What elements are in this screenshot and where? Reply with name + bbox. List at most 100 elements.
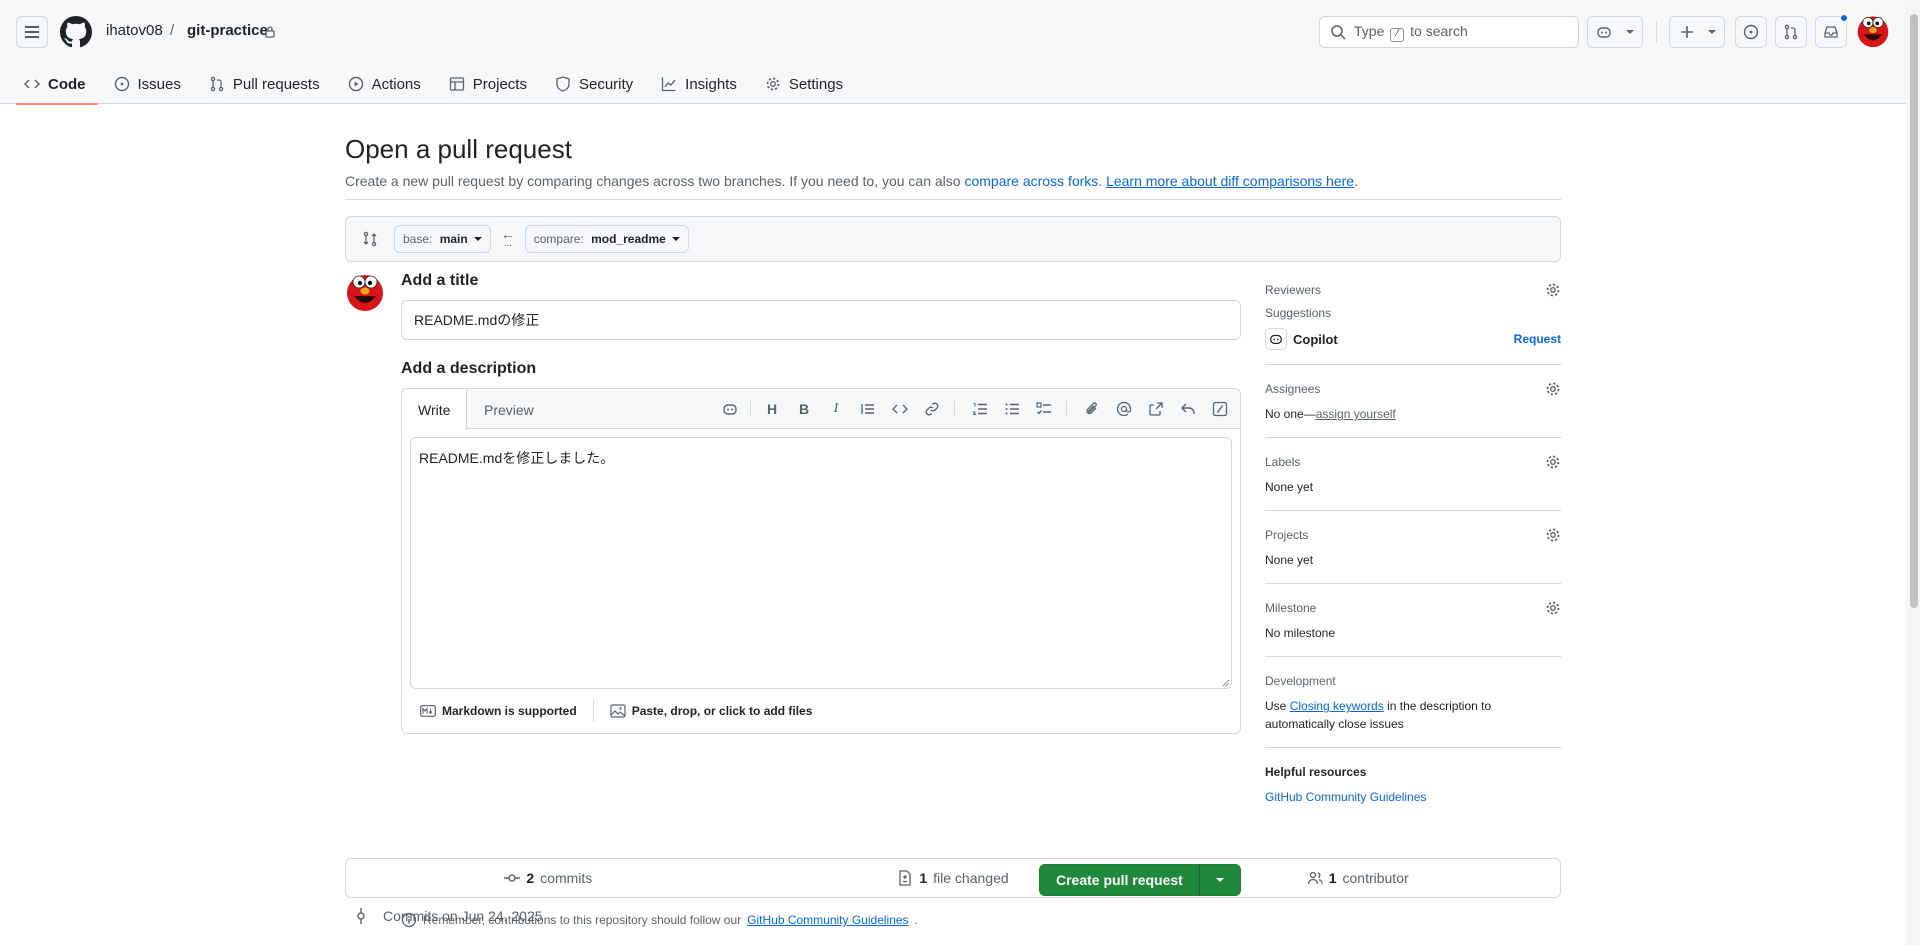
breadcrumb-owner[interactable]: ihatov08 (106, 22, 163, 39)
tab-write[interactable]: Write (402, 389, 468, 430)
footer-divider (592, 700, 594, 722)
author-avatar (345, 272, 385, 312)
elmo-avatar-icon (347, 275, 383, 311)
contributors-stat[interactable]: 1 contributor (1155, 870, 1560, 886)
unordered-list-button[interactable] (1002, 399, 1022, 419)
suggested-reviewer: Copilot Request (1265, 328, 1561, 350)
issue-icon (114, 76, 129, 92)
files-changed-stat[interactable]: 1 file changed (751, 870, 1156, 886)
create-new-button[interactable] (1669, 16, 1725, 48)
tab-pull-requests[interactable]: Pull requests (201, 64, 332, 104)
assign-yourself-link[interactable]: assign yourself (1316, 407, 1396, 421)
gear-icon[interactable] (1545, 454, 1561, 470)
sidebar: Reviewers Suggestions Copilot Request As… (1265, 280, 1561, 806)
file-diff-icon (899, 870, 911, 886)
milestone-title: Milestone (1265, 601, 1317, 615)
description-label: Add a description (401, 360, 537, 377)
compare-forks-link[interactable]: compare across forks (964, 173, 1098, 189)
attach-file-button[interactable] (1082, 399, 1102, 419)
gear-icon[interactable] (1545, 600, 1561, 616)
reference-button[interactable] (1146, 399, 1166, 419)
mention-button[interactable] (1114, 399, 1134, 419)
mention-icon (1116, 401, 1132, 417)
title-input[interactable]: README.mdの修正 (401, 300, 1241, 340)
gear-icon[interactable] (1545, 381, 1561, 397)
saved-replies-button[interactable] (1178, 399, 1198, 419)
tab-projects[interactable]: Projects (441, 64, 539, 104)
copilot-icon (723, 404, 737, 415)
quote-icon (861, 404, 874, 414)
task-list-icon (1036, 402, 1051, 415)
development-section: Development Use Closing keywords in the … (1265, 671, 1561, 748)
gear-icon[interactable] (1545, 527, 1561, 543)
tab-label: Issues (137, 75, 181, 93)
quote-button[interactable] (858, 399, 878, 419)
code-icon (24, 79, 40, 89)
labels-section: Labels None yet (1265, 452, 1561, 511)
play-icon (348, 76, 363, 92)
tab-settings[interactable]: Settings (757, 64, 855, 104)
tab-preview[interactable]: Preview (468, 389, 550, 430)
heading-button[interactable]: H (762, 399, 782, 419)
copilot-icon (1597, 27, 1611, 38)
page-title: Open a pull request (345, 134, 572, 164)
paperclip-icon (1086, 402, 1097, 415)
add-files-button[interactable]: Paste, drop, or click to add files (610, 704, 812, 718)
markdown-hint[interactable]: Markdown is supported (420, 704, 577, 718)
tab-insights[interactable]: Insights (653, 64, 749, 104)
resize-grip[interactable] (1222, 679, 1230, 687)
helpful-guidelines-link[interactable]: GitHub Community Guidelines (1265, 790, 1426, 804)
tab-security[interactable]: Security (547, 64, 645, 104)
pull-request-icon (1784, 24, 1798, 40)
copilot-button[interactable] (1587, 16, 1643, 48)
italic-button[interactable]: I (826, 399, 846, 419)
notification-dot (1840, 14, 1848, 22)
ordered-list-button[interactable] (970, 399, 990, 419)
development-text: Use Closing keywords in the description … (1265, 699, 1492, 731)
ordered-list-icon (972, 403, 987, 415)
bold-button[interactable]: B (794, 399, 814, 419)
shield-icon (556, 76, 570, 92)
cross-reference-icon (1149, 402, 1163, 416)
pull-request-icon (210, 76, 224, 92)
commits-stat[interactable]: 2 commits (346, 870, 751, 886)
labels-value: None yet (1265, 480, 1314, 494)
editor-footer: Markdown is supported Paste, drop, or cl… (402, 689, 1240, 733)
table-icon (449, 77, 464, 91)
base-branch-select[interactable]: base: main (394, 225, 491, 253)
avatar[interactable] (1856, 14, 1890, 48)
task-list-button[interactable] (1034, 399, 1054, 419)
tab-label: Code (48, 75, 86, 93)
closing-keywords-link[interactable]: Closing keywords (1290, 699, 1384, 713)
community-guidelines-link[interactable]: GitHub Community Guidelines (747, 913, 908, 927)
page-scrollbar[interactable] (1906, 0, 1920, 945)
breadcrumb-repo[interactable]: git-practice (187, 22, 268, 39)
tab-issues[interactable]: Issues (106, 64, 193, 104)
assignees-section: Assignees No one—assign yourself (1265, 379, 1561, 438)
description-textarea[interactable]: README.mdを修正しました。 (410, 437, 1232, 689)
request-review-link[interactable]: Request (1514, 332, 1561, 346)
code-button[interactable] (890, 399, 910, 419)
development-title: Development (1265, 674, 1336, 688)
copilot-toolbar-button[interactable] (720, 399, 740, 419)
code-icon (892, 404, 908, 414)
gear-icon[interactable] (1545, 282, 1561, 298)
milestone-section: Milestone No milestone (1265, 598, 1561, 657)
github-logo[interactable] (60, 16, 92, 48)
main-content: Open a pull request Create a new pull re… (345, 120, 1561, 928)
helpful-resources-title: Helpful resources (1265, 765, 1367, 779)
compare-branch-select[interactable]: compare: mod_readme (524, 225, 689, 253)
slash-commands-button[interactable] (1210, 399, 1230, 419)
pull-request-form: Add a title README.mdの修正 Add a descripti… (401, 272, 1241, 928)
pull-requests-button[interactable] (1775, 16, 1807, 48)
scrollbar-thumb[interactable] (1910, 14, 1918, 608)
issues-button[interactable] (1735, 16, 1767, 48)
tab-actions[interactable]: Actions (340, 64, 433, 104)
menu-button[interactable] (16, 16, 48, 48)
learn-more-link[interactable]: Learn more about diff comparisons here (1106, 173, 1354, 189)
chevron-down-icon (473, 237, 482, 241)
plus-icon (1681, 26, 1693, 38)
link-button[interactable] (922, 399, 942, 419)
search-input[interactable]: Type / to search (1319, 16, 1579, 48)
tab-code[interactable]: Code (16, 64, 98, 105)
